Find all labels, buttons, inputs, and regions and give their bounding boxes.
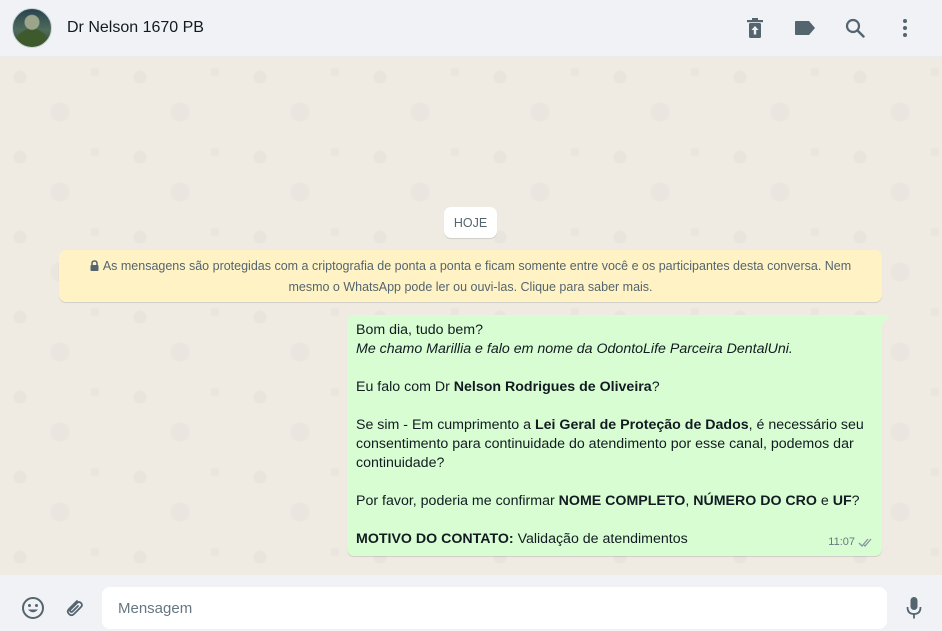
message-line: Se sim - Em cumprimento a Lei Geral de P… bbox=[356, 417, 864, 471]
message-input[interactable] bbox=[102, 587, 887, 629]
encryption-text: As mensagens são protegidas com a cripto… bbox=[102, 259, 852, 294]
mic-button[interactable] bbox=[894, 588, 934, 628]
paperclip-icon bbox=[66, 600, 83, 617]
encryption-notice[interactable]: As mensagens são protegidas com a cripto… bbox=[59, 250, 882, 302]
message-meta: 11:07 bbox=[828, 533, 874, 552]
emoji-icon bbox=[22, 597, 44, 619]
message-time: 11:07 bbox=[828, 536, 855, 548]
chat-area[interactable]: HOJE As mensagens são protegidas com a c… bbox=[0, 57, 942, 575]
outgoing-message[interactable]: Bom dia, tudo bem? Me chamo Marillia e f… bbox=[347, 315, 890, 556]
message-line: Me chamo Marillia e falo em nome da Odon… bbox=[356, 341, 793, 357]
message-line: Por favor, poderia me confirmar NOME COM… bbox=[356, 493, 860, 509]
label-icon bbox=[795, 21, 815, 35]
contact-name[interactable]: Dr Nelson 1670 PB bbox=[67, 19, 204, 37]
double-check-icon bbox=[858, 538, 872, 547]
menu-button[interactable] bbox=[880, 8, 930, 48]
message-line: Bom dia, tudo bem? bbox=[356, 322, 483, 338]
mic-icon bbox=[906, 597, 922, 619]
label-button[interactable] bbox=[780, 8, 830, 48]
contact-avatar[interactable] bbox=[12, 8, 52, 48]
delete-button[interactable] bbox=[730, 8, 780, 48]
lock-icon bbox=[90, 260, 99, 271]
composer bbox=[0, 575, 942, 631]
header-actions bbox=[730, 8, 930, 48]
menu-icon bbox=[903, 19, 907, 37]
date-chip: HOJE bbox=[444, 207, 497, 238]
emoji-button[interactable] bbox=[13, 588, 53, 628]
chat-header: Dr Nelson 1670 PB bbox=[0, 0, 942, 57]
search-button[interactable] bbox=[830, 8, 880, 48]
attach-button[interactable] bbox=[54, 588, 94, 628]
message-line: MOTIVO DO CONTATO: Validação de atendime… bbox=[356, 531, 688, 547]
message-line: Eu falo com Dr Nelson Rodrigues de Olive… bbox=[356, 379, 660, 395]
bubble-tail bbox=[882, 315, 890, 325]
search-icon bbox=[845, 18, 865, 38]
delete-icon bbox=[747, 18, 763, 38]
